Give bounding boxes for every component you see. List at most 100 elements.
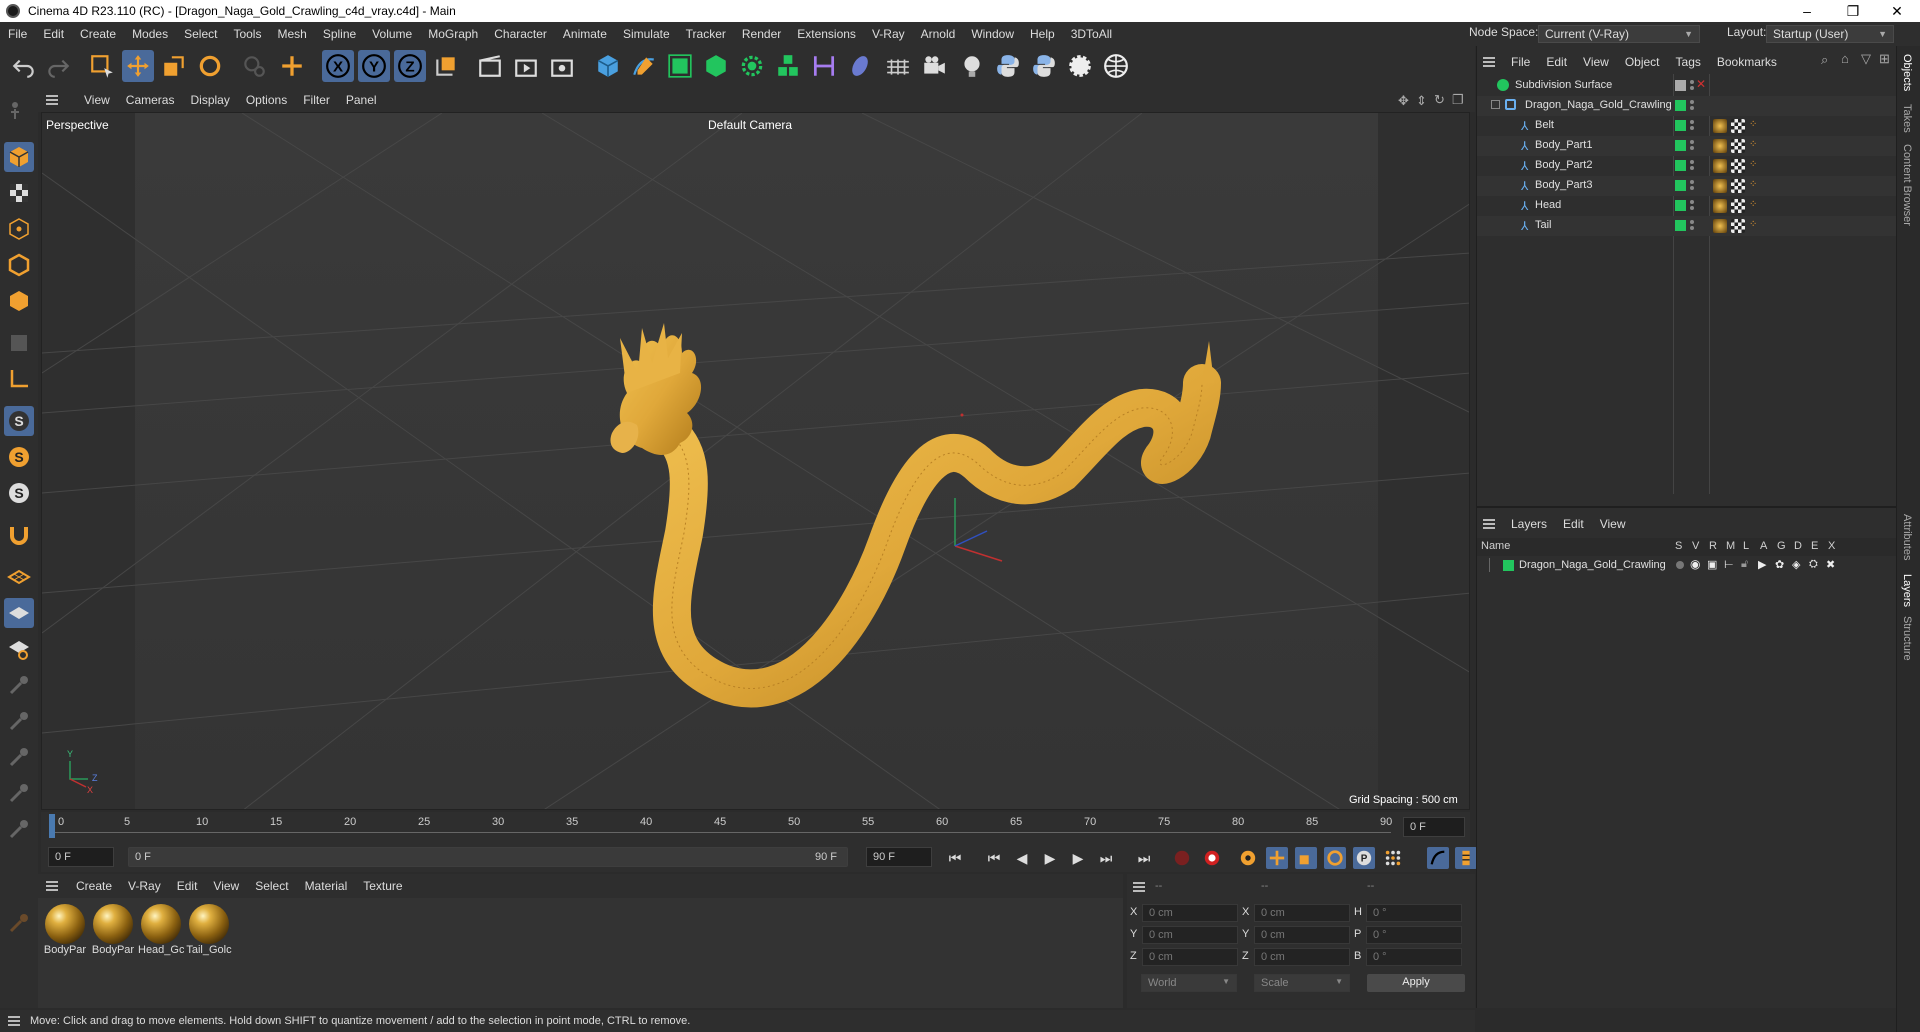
node-space-dropdown[interactable]: Current (V-Ray) ▼	[1538, 25, 1700, 43]
object-row-head[interactable]: ⅄ Head ⁘	[1477, 196, 1897, 216]
layer-color-swatch[interactable]	[1503, 560, 1514, 571]
snap-button[interactable]: S	[4, 406, 34, 436]
selection-tag-icon[interactable]: ⁘	[1749, 219, 1757, 230]
generator-icon[interactable]: ✿	[1775, 558, 1784, 571]
menu-render[interactable]: Render	[734, 27, 789, 41]
uv-mode-button[interactable]	[4, 328, 34, 358]
3d-viewport[interactable]: Perspective Default Camera Grid Spacing …	[41, 112, 1470, 810]
material-menu-select[interactable]: Select	[247, 879, 296, 893]
cube-primitive-button[interactable]	[592, 50, 624, 82]
visibility-dots[interactable]	[1690, 160, 1694, 170]
zoom-view-icon[interactable]: ⇕	[1416, 93, 1427, 109]
hamburger-icon[interactable]	[1483, 57, 1495, 67]
coord-pos-z-field[interactable]: 0 cm	[1142, 948, 1238, 966]
collapse-toggle-icon[interactable]	[1491, 100, 1500, 109]
add-tool-button[interactable]	[276, 50, 308, 82]
rotate-tool-button[interactable]	[194, 50, 226, 82]
tab-attributes[interactable]: Attributes	[1901, 514, 1913, 560]
menu-animate[interactable]: Animate	[555, 27, 615, 41]
undo-button[interactable]	[8, 50, 40, 82]
menu-spline[interactable]: Spline	[315, 27, 364, 41]
autokey-button[interactable]	[1201, 847, 1223, 869]
viewport-menu-options[interactable]: Options	[238, 93, 295, 107]
material-menu-material[interactable]: Material	[297, 879, 356, 893]
object-row-body-part1[interactable]: ⅄ Body_Part1 ⁘	[1477, 136, 1897, 156]
visibility-dots[interactable]	[1690, 180, 1694, 190]
recent-tool-button[interactable]	[238, 50, 270, 82]
layer-col-render[interactable]: R	[1709, 540, 1717, 552]
layout-dropdown[interactable]: Startup (User) ▼	[1766, 25, 1894, 43]
viewport-menu-view[interactable]: View	[76, 93, 118, 107]
layer-menu-layers[interactable]: Layers	[1503, 517, 1555, 531]
layer-col-generators[interactable]: G	[1777, 540, 1786, 552]
viewport-menu-display[interactable]: Display	[182, 93, 237, 107]
make-editable-button[interactable]	[4, 96, 34, 126]
key-position-button[interactable]	[1266, 847, 1288, 869]
motion-paths-button[interactable]	[1427, 847, 1449, 869]
coord-rot-h-field[interactable]: 0 °	[1366, 904, 1462, 922]
tab-structure[interactable]: Structure	[1901, 616, 1913, 661]
cloner-button[interactable]	[736, 50, 768, 82]
menu-extensions[interactable]: Extensions	[789, 27, 864, 41]
material-item[interactable]: Tail_Golc	[186, 902, 232, 962]
planar-workplane-button[interactable]	[4, 598, 34, 628]
floor-button[interactable]	[882, 50, 914, 82]
selection-tag-icon[interactable]: ⁘	[1749, 199, 1757, 210]
object-menu-file[interactable]: File	[1503, 55, 1538, 69]
visibility-dots[interactable]	[1690, 100, 1694, 110]
menu-help[interactable]: Help	[1022, 27, 1063, 41]
maximize-view-icon[interactable]: ❐	[1452, 92, 1464, 108]
selection-tag-icon[interactable]: ⁘	[1749, 179, 1757, 190]
menu-select[interactable]: Select	[176, 27, 225, 41]
tab-layers[interactable]: Layers	[1901, 574, 1913, 607]
light-button[interactable]	[956, 50, 988, 82]
live-selection-button[interactable]	[86, 50, 118, 82]
layer-color-icon[interactable]	[1675, 140, 1686, 151]
visibility-dots[interactable]	[1690, 120, 1694, 130]
material-tag-icon[interactable]	[1713, 199, 1727, 213]
settings-button[interactable]	[1064, 50, 1096, 82]
material-menu-vray[interactable]: V-Ray	[120, 879, 169, 893]
layer-color-icon[interactable]	[1675, 120, 1686, 131]
layer-row[interactable]: Dragon_Naga_Gold_Crawling ◉ ▣ ⊢ 🔓︎ ▶ ✿ ◈…	[1477, 556, 1897, 576]
layer-col-view[interactable]: V	[1692, 540, 1699, 552]
snap-workplane-button[interactable]: S	[4, 478, 34, 508]
apply-button[interactable]: Apply	[1367, 974, 1465, 992]
end-frame-field[interactable]: 90 F	[866, 847, 932, 867]
material-menu-edit[interactable]: Edit	[169, 879, 206, 893]
scale-tool-button[interactable]	[158, 50, 190, 82]
menu-edit[interactable]: Edit	[35, 27, 72, 41]
next-frame-button[interactable]: ▶	[1067, 847, 1089, 869]
workplane-button[interactable]	[4, 562, 34, 592]
close-window-button[interactable]: ✕	[1874, 0, 1920, 22]
disabled-x-icon[interactable]: ✕	[1696, 77, 1706, 91]
playhead[interactable]	[49, 814, 55, 838]
magnet-button[interactable]	[4, 520, 34, 550]
snap-settings-button[interactable]: S	[4, 442, 34, 472]
object-menu-bookmarks[interactable]: Bookmarks	[1709, 55, 1785, 69]
start-frame-field[interactable]: 0 F	[48, 847, 114, 867]
hamburger-icon[interactable]	[1483, 519, 1495, 529]
coordinate-system-button[interactable]	[430, 50, 462, 82]
spline-tool-button[interactable]	[4, 814, 34, 844]
home-icon[interactable]: ⌂	[1841, 51, 1849, 66]
viewport-menu-filter[interactable]: Filter	[295, 93, 338, 107]
material-item[interactable]: Head_Gc	[138, 902, 184, 962]
object-menu-object[interactable]: Object	[1617, 55, 1668, 69]
edges-mode-button[interactable]	[4, 250, 34, 280]
menu-simulate[interactable]: Simulate	[615, 27, 678, 41]
layer-col-locked[interactable]: L	[1743, 540, 1749, 552]
coord-space-dropdown[interactable]: World ▼	[1141, 974, 1237, 992]
go-to-end-button[interactable]: ⏭	[1133, 847, 1155, 869]
new-window-icon[interactable]: ⊞	[1879, 51, 1890, 67]
maximize-button[interactable]: ❐	[1830, 0, 1876, 22]
material-item[interactable]: BodyPar	[42, 902, 88, 962]
extrude-button[interactable]	[700, 50, 732, 82]
axis-mode-button[interactable]	[4, 364, 34, 394]
visibility-dots[interactable]	[1690, 80, 1694, 90]
render-view-button[interactable]	[474, 50, 506, 82]
uv-tag-icon[interactable]	[1731, 139, 1745, 153]
frame-range-slider[interactable]: 0 F 90 F	[128, 847, 848, 867]
hamburger-icon[interactable]	[46, 95, 68, 105]
uv-tag-icon[interactable]	[1731, 119, 1745, 133]
